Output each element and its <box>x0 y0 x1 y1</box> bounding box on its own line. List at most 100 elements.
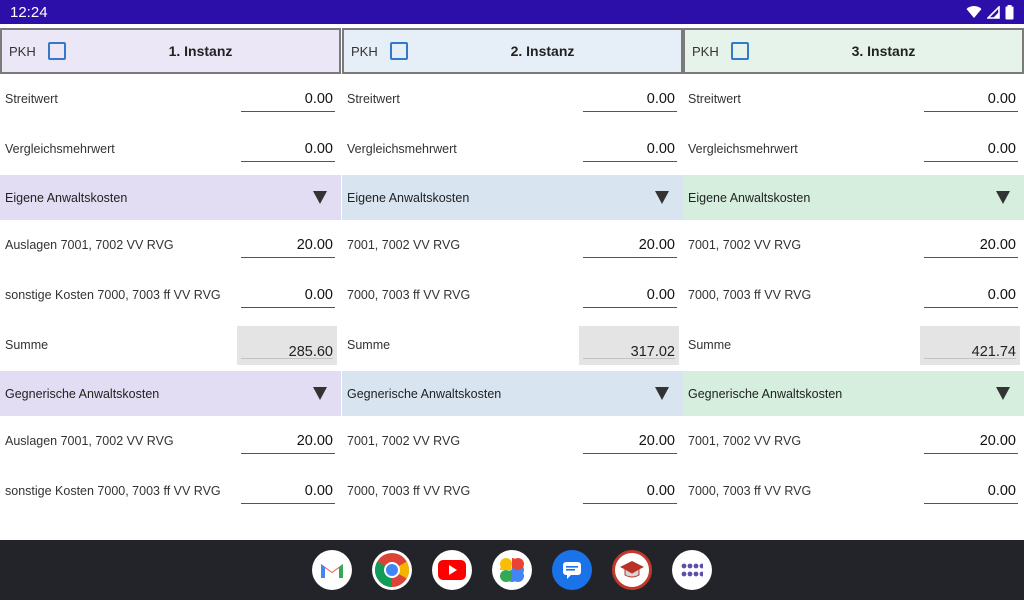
summe-label: Summe <box>688 338 732 352</box>
summe-row: Summe 317.02 <box>342 320 683 370</box>
summe-value: 285.60 <box>237 326 337 365</box>
chevron-down-icon <box>996 191 1010 204</box>
gegner-auslagen-input[interactable] <box>924 428 1018 454</box>
streitwert-input[interactable] <box>583 86 677 112</box>
vergleich-row: Vergleichsmehrwert <box>683 124 1024 174</box>
gegner-auslagen-input[interactable] <box>241 428 335 454</box>
gegner-sonstige-input[interactable] <box>924 478 1018 504</box>
calculator-content: PKH 1. Instanz Streitwert Vergleichsmehr… <box>0 24 1024 540</box>
gegner-auslagen-input[interactable] <box>583 428 677 454</box>
gegner-label: Gegnerische Anwaltskosten <box>347 386 502 401</box>
auslagen-input[interactable] <box>924 232 1018 258</box>
summe-value: 421.74 <box>920 326 1020 365</box>
streitwert-input[interactable] <box>241 86 335 112</box>
eigene-label: Eigene Anwaltskosten <box>5 190 128 205</box>
vergleich-row: Vergleichsmehrwert <box>342 124 683 174</box>
auslagen-label: 7001, 7002 VV RVG <box>688 238 802 252</box>
instance-title: 2. Instanz <box>510 43 575 59</box>
summe-value: 317.02 <box>579 326 679 365</box>
instance-column-3: PKH 3. Instanz Streitwert Vergleichsmehr… <box>683 28 1024 516</box>
chevron-down-icon <box>655 191 669 204</box>
sonstige-label: 7000, 7003 ff VV RVG <box>347 288 471 302</box>
sonstige-input[interactable] <box>241 282 335 308</box>
sonstige-row: sonstige Kosten 7000, 7003 ff VV RVG <box>0 270 341 320</box>
vergleich-row: Vergleichsmehrwert <box>0 124 341 174</box>
gegner-auslagen-row: 7001, 7002 VV RVG <box>342 416 683 466</box>
gmail-icon[interactable] <box>312 550 352 590</box>
eigene-anwaltskosten-dropdown[interactable]: Eigene Anwaltskosten <box>0 175 341 220</box>
sonstige-label: sonstige Kosten 7000, 7003 ff VV RVG <box>5 288 221 302</box>
gegnerische-anwaltskosten-dropdown[interactable]: Gegnerische Anwaltskosten <box>683 371 1024 416</box>
sonstige-input[interactable] <box>924 282 1018 308</box>
auslagen-input[interactable] <box>583 232 677 258</box>
gegner-sonstige-row: sonstige Kosten 7000, 7003 ff VV RVG <box>0 466 341 516</box>
gegner-sonstige-row: 7000, 7003 ff VV RVG <box>683 466 1024 516</box>
gegner-sonstige-label: 7000, 7003 ff VV RVG <box>347 484 471 498</box>
auslagen-input[interactable] <box>241 232 335 258</box>
streitwert-input[interactable] <box>924 86 1018 112</box>
chevron-down-icon <box>655 387 669 400</box>
chrome-icon[interactable] <box>372 550 412 590</box>
vergleich-label: Vergleichsmehrwert <box>347 142 457 156</box>
eigene-anwaltskosten-dropdown[interactable]: Eigene Anwaltskosten <box>342 175 683 220</box>
auslagen-label: Auslagen 7001, 7002 VV RVG <box>5 238 174 252</box>
chevron-down-icon <box>313 191 327 204</box>
instance-header: PKH 3. Instanz <box>683 28 1024 74</box>
vergleich-input[interactable] <box>583 136 677 162</box>
status-time: 12:24 <box>10 3 48 21</box>
instance-title: 1. Instanz <box>168 43 233 59</box>
pkh-label: PKH <box>692 43 719 59</box>
pkh-label: PKH <box>351 43 378 59</box>
youtube-icon[interactable] <box>432 550 472 590</box>
pkh-label: PKH <box>9 43 36 59</box>
auslagen-row: 7001, 7002 VV RVG <box>683 220 1024 270</box>
gegner-label: Gegnerische Anwaltskosten <box>688 386 843 401</box>
gegnerische-anwaltskosten-dropdown[interactable]: Gegnerische Anwaltskosten <box>342 371 683 416</box>
summe-label: Summe <box>347 338 391 352</box>
gegner-auslagen-row: Auslagen 7001, 7002 VV RVG <box>0 416 341 466</box>
gegner-sonstige-label: sonstige Kosten 7000, 7003 ff VV RVG <box>5 484 221 498</box>
chevron-down-icon <box>313 387 327 400</box>
sonstige-row: 7000, 7003 ff VV RVG <box>683 270 1024 320</box>
auslagen-row: 7001, 7002 VV RVG <box>342 220 683 270</box>
wifi-icon <box>966 6 982 19</box>
streitwert-row: Streitwert <box>0 74 341 124</box>
streitwert-label: Streitwert <box>5 92 58 106</box>
vergleich-label: Vergleichsmehrwert <box>5 142 115 156</box>
auslagen-label: 7001, 7002 VV RVG <box>347 238 461 252</box>
instance-column-2: PKH 2. Instanz Streitwert Vergleichsmehr… <box>342 28 683 516</box>
gegner-sonstige-row: 7000, 7003 ff VV RVG <box>342 466 683 516</box>
gegnerische-anwaltskosten-dropdown[interactable]: Gegnerische Anwaltskosten <box>0 371 341 416</box>
status-icons <box>966 4 1014 20</box>
sonstige-row: 7000, 7003 ff VV RVG <box>342 270 683 320</box>
vergleich-input[interactable] <box>924 136 1018 162</box>
gegner-sonstige-input[interactable] <box>583 478 677 504</box>
battery-icon <box>1005 4 1014 19</box>
instance-header: PKH 1. Instanz <box>0 28 341 74</box>
gegner-auslagen-row: 7001, 7002 VV RVG <box>683 416 1024 466</box>
instance-header: PKH 2. Instanz <box>342 28 683 74</box>
eigene-label: Eigene Anwaltskosten <box>688 190 811 205</box>
law-app-icon[interactable] <box>612 550 652 590</box>
messages-icon[interactable] <box>552 550 592 590</box>
vergleich-label: Vergleichsmehrwert <box>688 142 798 156</box>
gegner-auslagen-label: Auslagen 7001, 7002 VV RVG <box>5 434 174 448</box>
photos-icon[interactable] <box>492 550 532 590</box>
vergleich-input[interactable] <box>241 136 335 162</box>
eigene-label: Eigene Anwaltskosten <box>347 190 470 205</box>
summe-label: Summe <box>5 338 49 352</box>
streitwert-row: Streitwert <box>342 74 683 124</box>
eigene-anwaltskosten-dropdown[interactable]: Eigene Anwaltskosten <box>683 175 1024 220</box>
streitwert-row: Streitwert <box>683 74 1024 124</box>
gegner-sonstige-input[interactable] <box>241 478 335 504</box>
gegner-auslagen-label: 7001, 7002 VV RVG <box>688 434 802 448</box>
status-bar: 12:24 <box>0 0 1024 24</box>
sonstige-label: 7000, 7003 ff VV RVG <box>688 288 812 302</box>
summe-row: Summe 421.74 <box>683 320 1024 370</box>
sonstige-input[interactable] <box>583 282 677 308</box>
gegner-label: Gegnerische Anwaltskosten <box>5 386 160 401</box>
summe-row: Summe 285.60 <box>0 320 341 370</box>
app-drawer-icon[interactable] <box>672 550 712 590</box>
auslagen-row: Auslagen 7001, 7002 VV RVG <box>0 220 341 270</box>
gegner-sonstige-label: 7000, 7003 ff VV RVG <box>688 484 812 498</box>
